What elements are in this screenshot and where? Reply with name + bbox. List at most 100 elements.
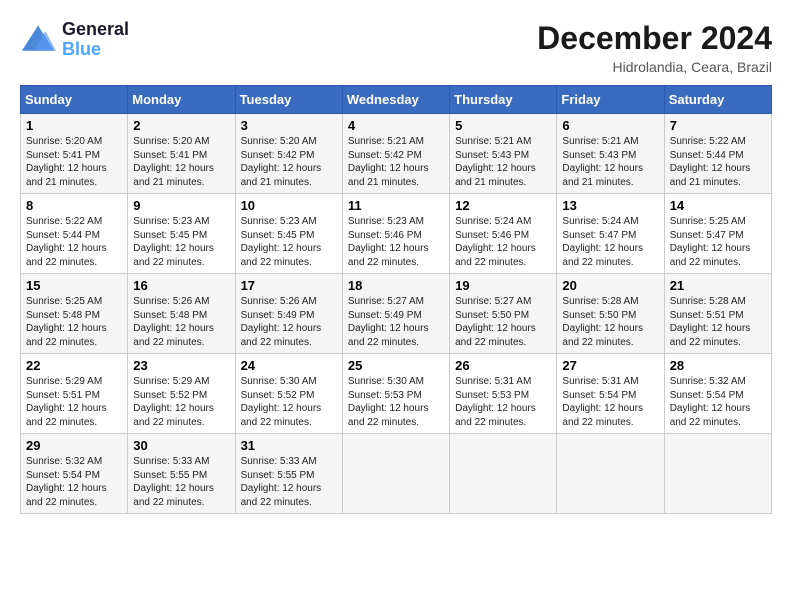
day-number: 4 xyxy=(348,118,444,133)
calendar-cell: 30 Sunrise: 5:33 AM Sunset: 5:55 PM Dayli… xyxy=(128,434,235,514)
day-info: Sunrise: 5:32 AM Sunset: 5:54 PM Dayligh… xyxy=(670,375,766,429)
day-number: 14 xyxy=(670,198,766,213)
day-info: Sunrise: 5:20 AM Sunset: 5:42 PM Dayligh… xyxy=(241,135,337,189)
day-info: Sunrise: 5:23 AM Sunset: 5:45 PM Dayligh… xyxy=(241,215,337,269)
col-tuesday: Tuesday xyxy=(235,86,342,114)
calendar-cell: 20Sunrise: 5:28 AM Sunset: 5:50 PM Dayli… xyxy=(557,274,664,354)
header-row: Sunday Monday Tuesday Wednesday Thursday… xyxy=(21,86,772,114)
calendar-cell: 18Sunrise: 5:27 AM Sunset: 5:49 PM Dayli… xyxy=(342,274,449,354)
day-info: Sunrise: 5:23 AM Sunset: 5:45 PM Dayligh… xyxy=(133,215,229,269)
calendar-cell: 28 Sunrise: 5:32 AM Sunset: 5:54 PM Dayli… xyxy=(664,354,771,434)
day-info: Sunrise: 5:28 AM Sunset: 5:51 PM Dayligh… xyxy=(670,295,766,349)
day-number: 9 xyxy=(133,198,229,213)
col-thursday: Thursday xyxy=(450,86,557,114)
day-number: 1 xyxy=(26,118,122,133)
day-info: Sunrise: 5:27 AM Sunset: 5:50 PM Dayligh… xyxy=(455,295,551,349)
day-number: 11 xyxy=(348,198,444,213)
col-saturday: Saturday xyxy=(664,86,771,114)
calendar-cell: 26 Sunrise: 5:31 AM Sunset: 5:53 PM Dayli… xyxy=(450,354,557,434)
day-number: 29 xyxy=(26,438,122,453)
calendar-cell: 22Sunrise: 5:29 AM Sunset: 5:51 PM Dayli… xyxy=(21,354,128,434)
calendar-subtitle: Hidrolandia, Ceara, Brazil xyxy=(537,59,772,75)
day-info: Sunrise: 5:33 AM Sunset: 5:55 PM Dayligh… xyxy=(241,455,337,509)
day-info: Sunrise: 5:29 AM Sunset: 5:52 PM Dayligh… xyxy=(133,375,229,429)
day-info: Sunrise: 5:25 AM Sunset: 5:47 PM Dayligh… xyxy=(670,215,766,269)
calendar-cell: 15 Sunrise: 5:25 AM Sunset: 5:48 PM Dayli… xyxy=(21,274,128,354)
calendar-cell: 21 Sunrise: 5:28 AM Sunset: 5:51 PM Dayli… xyxy=(664,274,771,354)
day-info: Sunrise: 5:30 AM Sunset: 5:53 PM Dayligh… xyxy=(348,375,444,429)
calendar-table: Sunday Monday Tuesday Wednesday Thursday… xyxy=(20,85,772,514)
day-info: Sunrise: 5:20 AM Sunset: 5:41 PM Dayligh… xyxy=(26,135,122,189)
day-info: Sunrise: 5:25 AM Sunset: 5:48 PM Dayligh… xyxy=(26,295,122,349)
calendar-week-2: 8Sunrise: 5:22 AM Sunset: 5:44 PM Daylig… xyxy=(21,194,772,274)
calendar-cell: 13 Sunrise: 5:24 AM Sunset: 5:47 PM Dayli… xyxy=(557,194,664,274)
day-number: 13 xyxy=(562,198,658,213)
day-number: 27 xyxy=(562,358,658,373)
day-info: Sunrise: 5:26 AM Sunset: 5:48 PM Dayligh… xyxy=(133,295,229,349)
calendar-cell: 11 Sunrise: 5:23 AM Sunset: 5:46 PM Dayli… xyxy=(342,194,449,274)
day-info: Sunrise: 5:20 AM Sunset: 5:41 PM Dayligh… xyxy=(133,135,229,189)
calendar-week-3: 15 Sunrise: 5:25 AM Sunset: 5:48 PM Dayli… xyxy=(21,274,772,354)
logo-text: GeneralBlue xyxy=(62,20,129,60)
calendar-cell: 16 Sunrise: 5:26 AM Sunset: 5:48 PM Dayli… xyxy=(128,274,235,354)
calendar-cell: 4 Sunrise: 5:21 AM Sunset: 5:42 PM Daylig… xyxy=(342,114,449,194)
calendar-cell: 23 Sunrise: 5:29 AM Sunset: 5:52 PM Dayli… xyxy=(128,354,235,434)
day-number: 31 xyxy=(241,438,337,453)
calendar-cell: 1 Sunrise: 5:20 AM Sunset: 5:41 PM Daylig… xyxy=(21,114,128,194)
day-info: Sunrise: 5:28 AM Sunset: 5:50 PM Dayligh… xyxy=(562,295,658,349)
day-info: Sunrise: 5:24 AM Sunset: 5:46 PM Dayligh… xyxy=(455,215,551,269)
day-info: Sunrise: 5:21 AM Sunset: 5:42 PM Dayligh… xyxy=(348,135,444,189)
day-number: 21 xyxy=(670,278,766,293)
day-info: Sunrise: 5:24 AM Sunset: 5:47 PM Dayligh… xyxy=(562,215,658,269)
day-number: 10 xyxy=(241,198,337,213)
day-info: Sunrise: 5:22 AM Sunset: 5:44 PM Dayligh… xyxy=(26,215,122,269)
day-info: Sunrise: 5:33 AM Sunset: 5:55 PM Dayligh… xyxy=(133,455,229,509)
calendar-cell: 17 Sunrise: 5:26 AM Sunset: 5:49 PM Dayli… xyxy=(235,274,342,354)
col-friday: Friday xyxy=(557,86,664,114)
day-number: 23 xyxy=(133,358,229,373)
calendar-cell: 5 Sunrise: 5:21 AM Sunset: 5:43 PM Daylig… xyxy=(450,114,557,194)
calendar-body: 1 Sunrise: 5:20 AM Sunset: 5:41 PM Daylig… xyxy=(21,114,772,514)
day-info: Sunrise: 5:23 AM Sunset: 5:46 PM Dayligh… xyxy=(348,215,444,269)
calendar-cell: 19 Sunrise: 5:27 AM Sunset: 5:50 PM Dayli… xyxy=(450,274,557,354)
day-number: 24 xyxy=(241,358,337,373)
day-number: 28 xyxy=(670,358,766,373)
calendar-cell: 10 Sunrise: 5:23 AM Sunset: 5:45 PM Dayli… xyxy=(235,194,342,274)
calendar-cell: 7Sunrise: 5:22 AM Sunset: 5:44 PM Daylig… xyxy=(664,114,771,194)
day-number: 25 xyxy=(348,358,444,373)
day-info: Sunrise: 5:26 AM Sunset: 5:49 PM Dayligh… xyxy=(241,295,337,349)
calendar-cell: 6Sunrise: 5:21 AM Sunset: 5:43 PM Daylig… xyxy=(557,114,664,194)
day-number: 7 xyxy=(670,118,766,133)
calendar-week-5: 29 Sunrise: 5:32 AM Sunset: 5:54 PM Dayli… xyxy=(21,434,772,514)
calendar-cell: 3Sunrise: 5:20 AM Sunset: 5:42 PM Daylig… xyxy=(235,114,342,194)
day-number: 18 xyxy=(348,278,444,293)
col-sunday: Sunday xyxy=(21,86,128,114)
calendar-cell: 2 Sunrise: 5:20 AM Sunset: 5:41 PM Daylig… xyxy=(128,114,235,194)
day-number: 19 xyxy=(455,278,551,293)
calendar-cell xyxy=(342,434,449,514)
logo-line2: Blue xyxy=(62,39,101,59)
col-monday: Monday xyxy=(128,86,235,114)
calendar-cell: 8Sunrise: 5:22 AM Sunset: 5:44 PM Daylig… xyxy=(21,194,128,274)
day-number: 26 xyxy=(455,358,551,373)
day-number: 5 xyxy=(455,118,551,133)
day-number: 30 xyxy=(133,438,229,453)
calendar-cell: 29 Sunrise: 5:32 AM Sunset: 5:54 PM Dayli… xyxy=(21,434,128,514)
day-number: 6 xyxy=(562,118,658,133)
calendar-cell: 25 Sunrise: 5:30 AM Sunset: 5:53 PM Dayli… xyxy=(342,354,449,434)
day-number: 15 xyxy=(26,278,122,293)
day-info: Sunrise: 5:21 AM Sunset: 5:43 PM Dayligh… xyxy=(455,135,551,189)
calendar-cell: 24Sunrise: 5:30 AM Sunset: 5:52 PM Dayli… xyxy=(235,354,342,434)
calendar-cell: 14 Sunrise: 5:25 AM Sunset: 5:47 PM Dayli… xyxy=(664,194,771,274)
calendar-title: December 2024 xyxy=(537,20,772,57)
calendar-cell: 31 Sunrise: 5:33 AM Sunset: 5:55 PM Dayli… xyxy=(235,434,342,514)
day-number: 17 xyxy=(241,278,337,293)
day-number: 2 xyxy=(133,118,229,133)
day-number: 16 xyxy=(133,278,229,293)
day-info: Sunrise: 5:29 AM Sunset: 5:51 PM Dayligh… xyxy=(26,375,122,429)
calendar-cell xyxy=(664,434,771,514)
day-info: Sunrise: 5:32 AM Sunset: 5:54 PM Dayligh… xyxy=(26,455,122,509)
calendar-week-1: 1 Sunrise: 5:20 AM Sunset: 5:41 PM Daylig… xyxy=(21,114,772,194)
day-info: Sunrise: 5:31 AM Sunset: 5:53 PM Dayligh… xyxy=(455,375,551,429)
calendar-cell xyxy=(557,434,664,514)
